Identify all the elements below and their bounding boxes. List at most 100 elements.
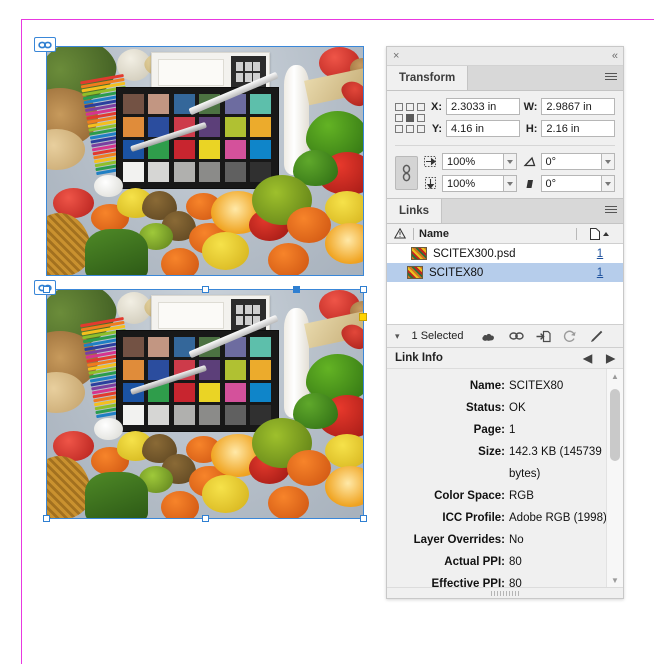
image-frame-top[interactable] (34, 37, 364, 276)
placed-image-bottom[interactable] (47, 290, 363, 518)
colorchecker-patch (173, 405, 195, 425)
transform-panel-body[interactable]: X: 2.3033 in W: 2.9867 in Y: 4.16 in H: … (387, 91, 623, 198)
link-page[interactable]: 1 (577, 267, 623, 279)
link-info-row: Layer Overrides: No (387, 529, 607, 551)
selection-handle-top-center[interactable] (202, 286, 209, 293)
panel-menu-icon[interactable] (605, 73, 617, 83)
shear-combo[interactable]: 0° (540, 175, 615, 192)
column-header-name[interactable]: Name (413, 227, 576, 240)
colorchecker-patch (122, 360, 144, 380)
resize-grip-icon[interactable] (491, 590, 519, 596)
scale-horizontal-icon (424, 155, 438, 169)
transform-tabstrip[interactable]: Transform (387, 66, 623, 91)
colorchecker-patch (224, 162, 246, 182)
y-input[interactable]: 4.16 in (446, 120, 520, 137)
field-value: No (509, 534, 524, 546)
rotation-angle-icon (523, 155, 537, 169)
links-toolbar[interactable]: ▾ 1 Selected (387, 324, 623, 348)
selection-handle-bottom-right[interactable] (360, 515, 367, 522)
colorchecker-patch (122, 117, 144, 137)
x-input[interactable]: 2.3033 in (446, 98, 520, 115)
field-value: 80 (509, 556, 522, 568)
relink-icon[interactable] (508, 329, 524, 343)
link-info-body[interactable]: Name: SCITEX80 Status: OK Page: 1 Size: 142.… (387, 369, 623, 587)
warning-triangle-icon[interactable] (387, 228, 413, 239)
links-tabstrip[interactable]: Links (387, 198, 623, 224)
update-link-icon[interactable] (563, 329, 578, 343)
link-info-row: Page: 1 (387, 419, 607, 441)
tab-transform[interactable]: Transform (387, 66, 469, 90)
scitex-test-photo-top (47, 47, 363, 275)
colorchecker-patch (224, 360, 246, 380)
scale-x-input[interactable]: 100% (442, 153, 503, 170)
image-frame-bottom[interactable] (34, 280, 367, 522)
reference-point-proxy-icon[interactable] (395, 103, 425, 133)
colorchecker-patch (122, 405, 144, 425)
field-key: Actual PPI: (444, 556, 505, 568)
colorchecker-patch (122, 94, 144, 115)
selection-handle-bottom-left[interactable] (43, 515, 50, 522)
tab-links[interactable]: Links (387, 199, 443, 223)
dock-titlebar[interactable]: × « (387, 47, 623, 66)
go-to-link-icon[interactable] (536, 329, 551, 343)
link-proportions-icon[interactable] (395, 155, 418, 190)
close-icon[interactable]: × (393, 50, 399, 62)
w-input[interactable]: 2.9867 in (541, 98, 615, 115)
selection-handle-top-left[interactable] (43, 286, 50, 293)
live-corner-widget[interactable] (359, 313, 367, 321)
dock-footer[interactable] (387, 587, 623, 598)
w-label: W: (523, 100, 538, 113)
colorchecker-patch (250, 337, 272, 358)
colorchecker-chart-bottom (116, 331, 278, 432)
list-item[interactable]: SCITEX80 1 (387, 263, 623, 282)
link-info-row: Color Space: RGB (387, 485, 607, 507)
relink-from-cc-libraries-icon[interactable] (481, 329, 497, 343)
chevron-down-icon[interactable] (601, 175, 615, 192)
scrollbar-thumb[interactable] (610, 389, 620, 461)
chevron-down-icon[interactable]: ▾ (395, 331, 400, 342)
link-page[interactable]: 1 (577, 248, 623, 260)
placed-image-top[interactable] (47, 47, 363, 275)
scale-y-combo[interactable]: 100% (442, 175, 517, 192)
scroll-up-arrow-icon[interactable]: ▲ (607, 369, 623, 383)
link-chain-icon[interactable] (34, 37, 56, 52)
collapse-to-icons-icon[interactable]: « (612, 50, 618, 62)
colorchecker-patch (250, 139, 272, 160)
colorchecker-grid-top (117, 88, 278, 188)
chevron-down-icon[interactable] (502, 153, 517, 170)
selection-handle-top-active[interactable] (293, 286, 300, 293)
colorchecker-patch (250, 117, 272, 137)
previous-link-arrow-icon[interactable]: ◀ (583, 351, 592, 365)
link-name[interactable]: SCITEX80 (429, 267, 577, 279)
colorchecker-patch (148, 162, 170, 182)
edit-original-pencil-icon[interactable] (590, 329, 605, 343)
chevron-down-icon[interactable] (601, 153, 615, 170)
colorchecker-patch (173, 162, 195, 182)
selection-handle-top-right[interactable] (360, 286, 367, 293)
list-item[interactable]: SCITEX300.psd 1 (387, 244, 623, 263)
panel-menu-icon[interactable] (605, 206, 617, 216)
links-list[interactable]: SCITEX300.psd 1 SCITEX80 1 (387, 244, 623, 324)
colorchecker-patch (199, 162, 221, 182)
colorchecker-patch (199, 382, 221, 403)
shear-angle-icon (523, 177, 537, 191)
rotation-combo[interactable]: 0° (540, 153, 615, 170)
scale-y-input[interactable]: 100% (442, 175, 503, 192)
panel-dock[interactable]: × « Transform X: 2.3033 in W: 2.9867 in … (386, 46, 624, 599)
chevron-down-icon[interactable] (502, 175, 517, 192)
rotation-input[interactable]: 0° (540, 153, 602, 170)
colorchecker-patch (250, 94, 272, 115)
colorchecker-grid-bottom (117, 331, 278, 431)
next-link-arrow-icon[interactable]: ▶ (606, 351, 615, 365)
scale-vertical-icon (424, 176, 438, 191)
column-header-page[interactable] (576, 227, 623, 240)
link-info-scrollbar[interactable]: ▲ ▼ (606, 369, 623, 587)
scale-x-combo[interactable]: 100% (442, 153, 517, 170)
colorchecker-chart-top (116, 88, 278, 189)
h-input[interactable]: 2.16 in (541, 120, 615, 137)
selection-handle-bottom-center[interactable] (202, 515, 209, 522)
scroll-down-arrow-icon[interactable]: ▼ (607, 573, 623, 587)
shear-input[interactable]: 0° (540, 175, 602, 192)
field-value: 142.3 KB (145739 bytes) (509, 446, 602, 480)
link-name[interactable]: SCITEX300.psd (433, 248, 577, 260)
